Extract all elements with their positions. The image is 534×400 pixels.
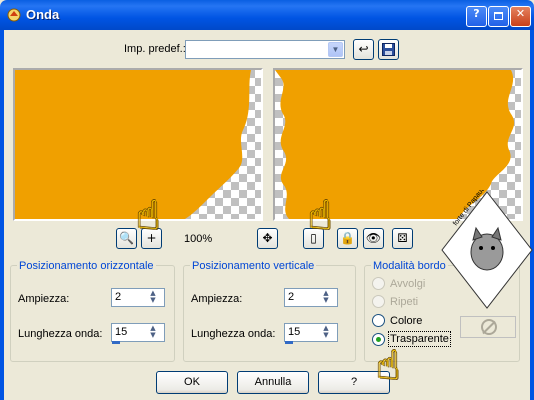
spin-arrows-icon[interactable]: ▲ ▼ bbox=[316, 290, 336, 305]
horizontal-wavelength-label: Lunghezza onda: bbox=[18, 328, 103, 340]
maximize-button[interactable] bbox=[488, 6, 509, 27]
magnifier-minus-icon: 🔍 bbox=[119, 231, 134, 245]
radio-colore[interactable] bbox=[372, 314, 385, 327]
spin-arrows-icon[interactable]: ▲ ▼ bbox=[143, 325, 163, 340]
horizontal-wavelength-spinner[interactable]: 15 ▲ ▼ bbox=[111, 323, 165, 344]
watermark-logo: forte di Papaudia bbox=[440, 181, 534, 310]
vertical-group bbox=[183, 265, 356, 362]
floppy-disk-icon bbox=[382, 43, 395, 56]
vertical-wavelength-spinner[interactable]: 15 ▲ ▼ bbox=[284, 323, 338, 344]
zoom-level: 100% bbox=[184, 233, 213, 245]
preset-label: Imp. predef.: bbox=[124, 43, 186, 55]
pan-button[interactable]: ✥ bbox=[257, 228, 278, 249]
title-bar bbox=[0, 0, 534, 30]
zoom-out-button[interactable]: 🔍 bbox=[116, 228, 137, 249]
spin-arrows-icon[interactable]: ▲ ▼ bbox=[316, 325, 336, 340]
eye-icon: 👁 bbox=[365, 231, 382, 245]
reset-defaults-button[interactable]: ↩ bbox=[353, 39, 374, 60]
close-button[interactable]: ✕ bbox=[510, 6, 531, 27]
randomize-button[interactable]: ⚄ bbox=[392, 228, 413, 249]
pointing-hand-icon: ☝ bbox=[136, 193, 161, 239]
vertical-group-title: Posizionamento verticale bbox=[190, 260, 317, 272]
dice-icon: ⚄ bbox=[397, 231, 408, 245]
radio-ripeti-label: Ripeti bbox=[390, 296, 419, 308]
app-icon bbox=[6, 7, 22, 23]
move-arrows-icon: ✥ bbox=[262, 231, 273, 245]
pointing-hand-icon: ☝ bbox=[308, 193, 333, 239]
vertical-wavelength-label: Lunghezza onda: bbox=[191, 328, 276, 340]
help-title-button[interactable]: ? bbox=[466, 6, 487, 27]
vertical-amplitude-label: Ampiezza: bbox=[191, 293, 243, 305]
wavelength-slider-fill[interactable] bbox=[112, 341, 120, 344]
vertical-amplitude-spinner[interactable]: 2 ▲ ▼ bbox=[284, 288, 338, 307]
reset-arrow-icon: ↩ bbox=[358, 42, 369, 56]
horizontal-group bbox=[10, 265, 175, 362]
radio-avvolgi[interactable] bbox=[372, 277, 385, 290]
horizontal-amplitude-spinner[interactable]: 2 ▲ ▼ bbox=[111, 288, 165, 307]
pointing-hand-icon: ☝ bbox=[376, 343, 401, 389]
preset-dropdown[interactable]: ▼ bbox=[185, 40, 345, 59]
radio-avvolgi-label: Avvolgi bbox=[390, 278, 426, 290]
vertical-amplitude-value: 2 bbox=[288, 291, 295, 303]
radio-selected-dot bbox=[376, 337, 381, 342]
lock-preview-button[interactable]: 🔒 bbox=[337, 228, 358, 249]
horizontal-amplitude-value: 2 bbox=[115, 291, 122, 303]
chevron-down-icon[interactable]: ▼ bbox=[328, 42, 343, 57]
vertical-wavelength-value: 15 bbox=[288, 326, 301, 338]
ok-button[interactable]: OK bbox=[156, 371, 228, 394]
color-swatch-button[interactable] bbox=[460, 316, 516, 338]
wavelength-slider-fill[interactable] bbox=[285, 341, 293, 344]
radio-ripeti[interactable] bbox=[372, 295, 385, 308]
cancel-button[interactable]: Annulla bbox=[237, 371, 309, 394]
radio-colore-label: Colore bbox=[390, 315, 423, 327]
preview-eye-button[interactable]: 👁 bbox=[363, 228, 384, 249]
horizontal-amplitude-label: Ampiezza: bbox=[18, 293, 70, 305]
edge-mode-group-title: Modalità bordo bbox=[371, 260, 448, 272]
lock-icon: 🔒 bbox=[340, 231, 355, 245]
save-preset-button[interactable] bbox=[378, 39, 399, 60]
window-frame-left bbox=[0, 30, 4, 400]
spin-arrows-icon[interactable]: ▲ ▼ bbox=[143, 290, 163, 305]
horizontal-wavelength-value: 15 bbox=[115, 326, 128, 338]
no-color-icon bbox=[481, 319, 497, 335]
window-title: Onda bbox=[26, 7, 60, 22]
horizontal-group-title: Posizionamento orizzontale bbox=[17, 260, 156, 272]
